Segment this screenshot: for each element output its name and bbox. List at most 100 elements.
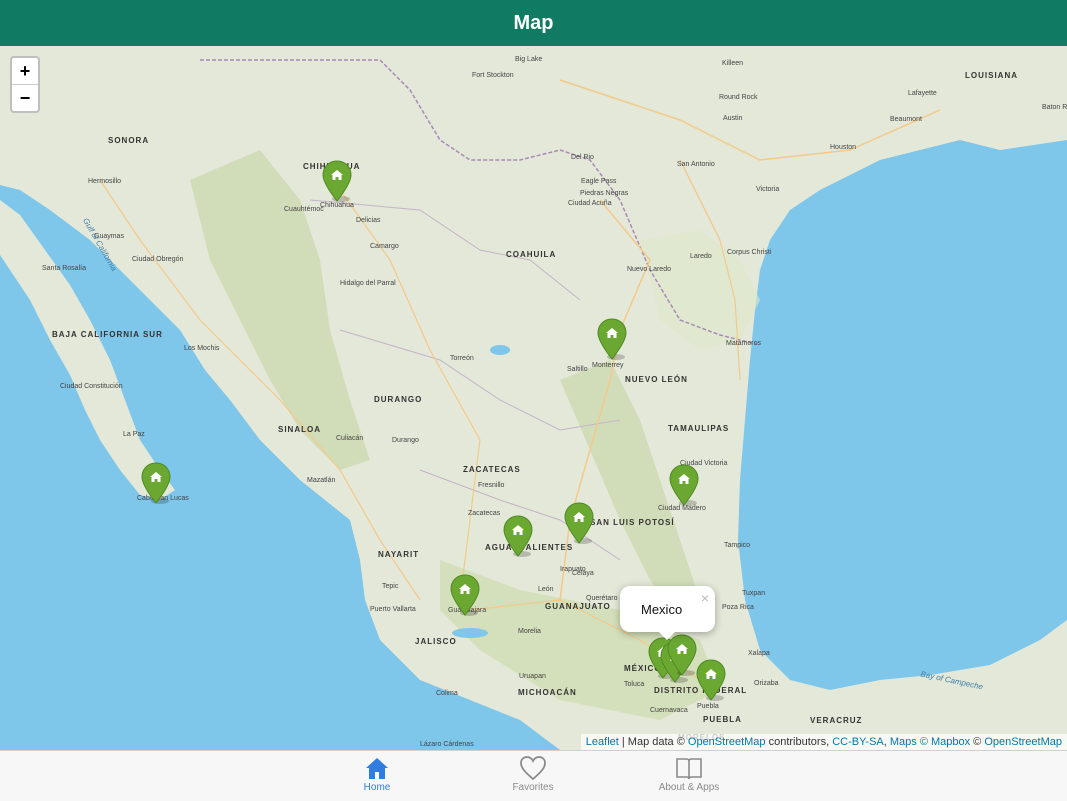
map-label-state: PUEBLA: [703, 715, 742, 724]
map-label-city: Colima: [436, 690, 458, 697]
map-marker[interactable]: [669, 464, 699, 506]
map-label-city: Chihuahua: [320, 202, 354, 209]
map-marker-icon: [450, 574, 480, 616]
map-label-city: Monterrey: [592, 362, 624, 369]
popup-text: Mexico: [641, 602, 683, 617]
map-label-city: Corpus Christi: [727, 249, 772, 256]
map-label-city: Beaumont: [890, 116, 922, 123]
popup-close-button[interactable]: ×: [701, 590, 709, 606]
map-label-city: Saltillo: [567, 366, 588, 373]
map-marker[interactable]: [696, 659, 726, 701]
attribution-text: ©: [970, 736, 985, 748]
map-label-city: Fresnillo: [478, 482, 505, 489]
mapbox-link[interactable]: Maps © Mapbox: [890, 736, 970, 748]
map-label-city: Tepic: [382, 583, 399, 590]
popup-tip: [658, 631, 676, 640]
tab-favorites[interactable]: Favorites: [473, 751, 593, 801]
map-label-city: Killeen: [722, 60, 744, 67]
map-label-city: Cuernavaca: [650, 707, 688, 714]
map-label-city: Durango: [392, 437, 419, 444]
map-label-city: Querétaro: [586, 595, 618, 602]
map-label-state: MICHOACÁN: [518, 688, 577, 697]
map-label-city: Puerto Vallarta: [370, 606, 416, 613]
map-label-city: Torreón: [450, 355, 474, 362]
map-label-city: Big Lake: [515, 56, 543, 63]
map-label-city: Ciudad Constitución: [60, 383, 123, 390]
map-label-city: Eagle Pass: [581, 178, 617, 185]
map-label-state: TAMAULIPAS: [668, 424, 730, 433]
page-title: Map: [513, 11, 554, 34]
map-marker[interactable]: [322, 160, 352, 202]
map-marker-icon: [669, 464, 699, 506]
map-view[interactable]: SONORACHIHUAHUACOAHUILABAJA CALIFORNIA S…: [0, 46, 1067, 750]
map-label-city: Victoria: [756, 186, 780, 193]
map-marker[interactable]: [503, 515, 533, 557]
tab-about-apps-label: About & Apps: [658, 782, 720, 793]
map-label-state: DURANGO: [374, 395, 423, 404]
map-label-city: Orizaba: [754, 680, 779, 687]
map-attribution: Leaflet | Map data © OpenStreetMap contr…: [580, 734, 1067, 750]
map-label-city: Del Rio: [571, 154, 594, 161]
map-label-city: Uruapan: [519, 673, 546, 680]
map-marker-icon: [141, 462, 171, 504]
nav-bar: Map: [0, 0, 1067, 46]
osm-link-2[interactable]: OpenStreetMap: [984, 736, 1062, 748]
map-label-city: Cuauhtémoc: [284, 206, 324, 213]
heart-icon: [520, 756, 546, 781]
map-label-city: Lázaro Cárdenas: [420, 741, 474, 748]
map-label-city: Tampico: [724, 542, 751, 549]
map-marker[interactable]: [564, 502, 594, 544]
map-label-state: ZACATECAS: [463, 465, 521, 474]
map-label-city: Tuxpan: [742, 590, 766, 597]
map-label-city: Culiacán: [336, 435, 364, 442]
map-label-city: Ciudad Obregón: [132, 256, 184, 263]
osm-link[interactable]: OpenStreetMap: [688, 736, 766, 748]
map-label-city: León: [538, 586, 554, 593]
map-label-city: San Antonio: [677, 161, 715, 168]
map-label-state: SINALOA: [278, 425, 321, 434]
tab-home[interactable]: Home: [317, 751, 437, 801]
map-label-city: Santa Rosalía: [42, 265, 86, 272]
zoom-out-button[interactable]: −: [12, 84, 38, 111]
map-label-city: Ciudad Madero: [658, 505, 706, 512]
attribution-text: contributors,: [765, 736, 833, 748]
map-label-state: LOUISIANA: [965, 71, 1018, 80]
map-label-city: Piedras Negras: [580, 190, 629, 197]
zoom-in-button[interactable]: +: [12, 58, 38, 84]
map-label-city: Baton Rouge: [1042, 104, 1067, 111]
map-marker[interactable]: [141, 462, 171, 504]
tab-bar: Home Favorites About & Apps: [0, 750, 1067, 801]
map-label-city: Round Rock: [719, 94, 758, 101]
map-marker-icon: [597, 318, 627, 360]
tab-favorites-label: Favorites: [512, 782, 554, 793]
map-label-city: Laredo: [690, 253, 712, 260]
map-label-city: La Paz: [123, 431, 145, 438]
leaflet-link[interactable]: Leaflet: [586, 736, 619, 748]
map-label-city: Camargo: [370, 243, 399, 250]
map-label-city: Lafayette: [908, 90, 937, 97]
map-label-state: SAN LUIS POTOSÍ: [590, 518, 675, 527]
map-label-city: Austin: [723, 115, 743, 122]
map-label-city: Irapuato: [560, 566, 586, 573]
map-label-city: Delicias: [356, 217, 381, 224]
map-label-city: Ciudad Acuña: [568, 200, 612, 207]
map-popup: Mexico ×: [620, 586, 715, 640]
map-marker-icon: [503, 515, 533, 557]
zoom-control: + −: [10, 56, 40, 113]
map-marker-icon: [696, 659, 726, 701]
license-link[interactable]: CC-BY-SA: [832, 736, 884, 748]
map-marker[interactable]: [597, 318, 627, 360]
map-label-city: Fort Stockton: [472, 72, 514, 79]
map-marker[interactable]: [667, 634, 697, 676]
map-label-state: VERACRUZ: [810, 716, 863, 725]
map-label-city: Poza Rica: [722, 604, 754, 611]
map-label-state: NUEVO LEÓN: [625, 375, 688, 384]
map-label-city: Mazatlán: [307, 477, 336, 484]
map-label-city: Morelia: [518, 628, 541, 635]
map-label-city: Zacatecas: [468, 510, 501, 517]
map-marker[interactable]: [450, 574, 480, 616]
map-label-state: NAYARIT: [378, 550, 420, 559]
map-marker-icon: [564, 502, 594, 544]
tab-about-apps[interactable]: About & Apps: [629, 751, 749, 801]
map-label-city: Hermosillo: [88, 178, 122, 185]
